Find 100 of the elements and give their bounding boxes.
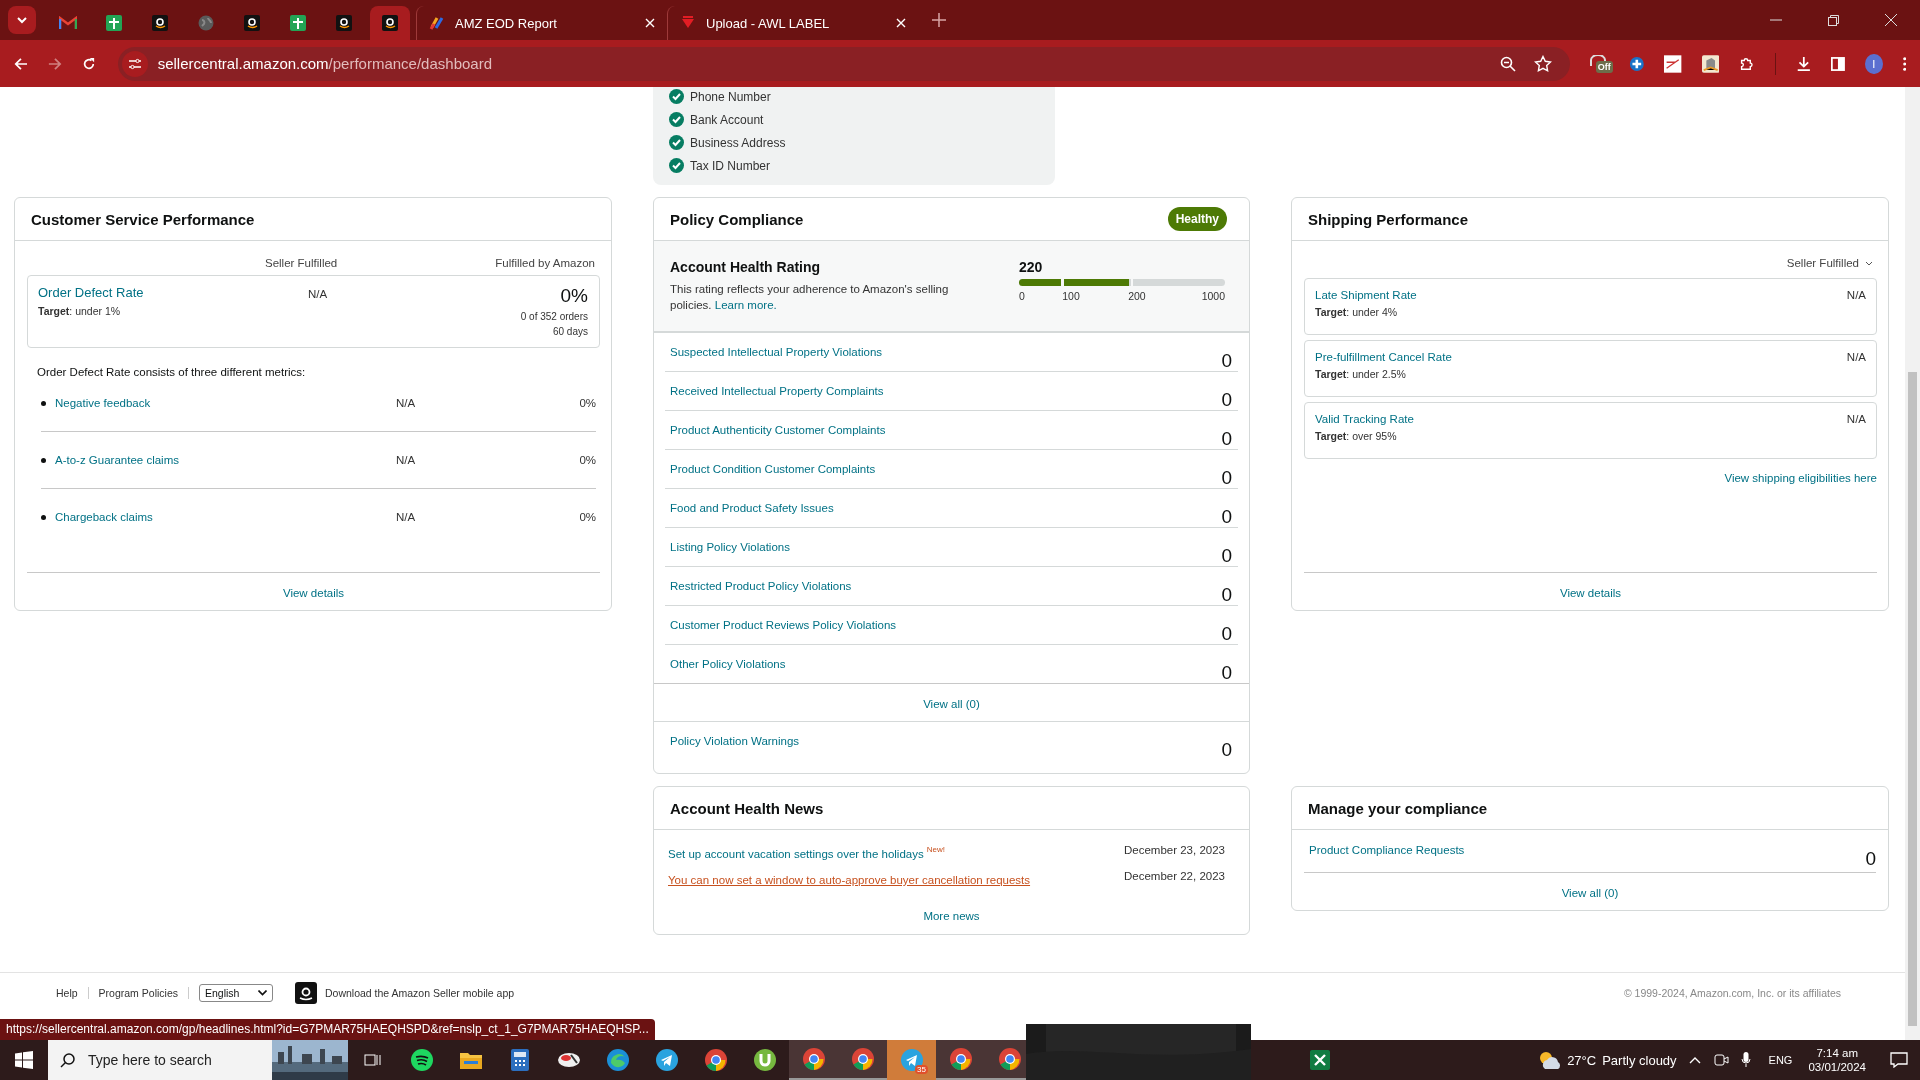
column-header: Seller Fulfilled (265, 257, 339, 269)
spreadsheet-icon (289, 15, 306, 31)
calculator-icon[interactable] (510, 1049, 529, 1071)
torrent-icon[interactable] (753, 1049, 776, 1071)
view-all-link[interactable]: View all (0) (923, 698, 980, 710)
violation-count: 0 (1221, 544, 1232, 567)
verification-label: Business Address (690, 135, 786, 150)
compliance-link[interactable]: Product Compliance Requests (1309, 844, 1465, 868)
violation-link[interactable]: Restricted Product Policy Violations (670, 580, 852, 592)
shipping-eligibility-link[interactable]: View shipping eligibilities here (1724, 472, 1877, 484)
news-link[interactable]: You can now set a window to auto-approve buyer cancellation requests (668, 874, 1031, 886)
spreadsheet-icon[interactable] (1309, 1050, 1330, 1070)
input-language[interactable]: ENG (1768, 1054, 1793, 1066)
bullet-icon (41, 457, 46, 463)
extension-icon[interactable] (1701, 53, 1720, 74)
chevron-down-icon (258, 990, 267, 996)
view-all-link[interactable]: View all (0) (1561, 887, 1619, 899)
menu-icon[interactable] (1902, 55, 1906, 72)
download-icon[interactable] (1795, 54, 1812, 73)
metric-value: N/A (1846, 413, 1866, 427)
back-icon[interactable] (14, 55, 28, 72)
violation-link[interactable]: Listing Policy Violations (670, 541, 790, 553)
violation-link[interactable]: Other Policy Violations (670, 658, 786, 670)
browser-icon[interactable] (606, 1049, 629, 1071)
violation-link[interactable]: Customer Product Reviews Policy Violations (670, 619, 897, 631)
chevron-up-icon[interactable] (1688, 1056, 1701, 1064)
chrome-icon[interactable] (851, 1048, 874, 1070)
meet-icon[interactable] (1712, 1052, 1729, 1068)
notification-icon[interactable] (1890, 1052, 1908, 1068)
violation-link[interactable]: Suspected Intellectual Property Violations (670, 346, 883, 358)
fulfillment-dropdown[interactable]: Seller Fulfilled (1782, 241, 1877, 278)
tab-search-button[interactable] (8, 6, 36, 34)
chrome-icon[interactable] (802, 1048, 825, 1070)
verification-label: Phone Number (690, 89, 771, 104)
extension-icon[interactable] (1628, 54, 1645, 73)
zoom-icon[interactable] (1499, 55, 1516, 72)
metric-value: 0% (578, 397, 596, 409)
new-tab-icon[interactable] (932, 13, 946, 27)
card-title: Customer Service Performance (31, 210, 255, 228)
footer-link[interactable]: Help (46, 987, 89, 999)
metric-link[interactable]: Valid Tracking Rate (1315, 413, 1414, 425)
metric-value: N/A (1846, 351, 1866, 365)
metric-link[interactable]: Pre-fulfillment Cancel Rate (1315, 351, 1452, 363)
chrome-icon[interactable] (949, 1048, 972, 1070)
more-news-link[interactable]: More news (923, 910, 980, 922)
app-icon[interactable] (410, 1049, 433, 1071)
status-badge: Healthy (1167, 207, 1227, 231)
app-download-text[interactable]: Download the Amazon Seller mobile app (325, 987, 515, 999)
warnings-link[interactable]: Policy Violation Warnings (670, 735, 800, 761)
task-view-icon[interactable] (363, 1052, 382, 1068)
card-title: Shipping Performance (1308, 210, 1469, 228)
forward-icon[interactable] (47, 55, 62, 72)
spreadsheet-icon (105, 15, 122, 31)
restore-icon[interactable] (1828, 14, 1839, 26)
verification-label: Bank Account (690, 112, 764, 127)
star-icon[interactable] (1533, 54, 1552, 73)
side-panel-icon[interactable] (1831, 55, 1846, 72)
address-bar[interactable]: sellercentral.amazon.com/performance/dashboard (117, 46, 1570, 81)
site-info-icon[interactable] (121, 50, 148, 77)
taskbar-search-field[interactable]: Type here to search (48, 1040, 348, 1080)
metric-link[interactable]: Negative feedback (55, 397, 396, 409)
chrome-icon[interactable] (704, 1049, 727, 1071)
metric-link[interactable]: Order Defect Rate (38, 285, 308, 300)
violation-link[interactable]: Food and Product Safety Issues (670, 502, 834, 514)
language-select[interactable]: English (199, 984, 273, 1002)
temperature-text[interactable]: 27°C (1567, 1052, 1597, 1068)
microphone-icon[interactable] (1740, 1052, 1751, 1068)
view-details-link[interactable]: View details (1559, 587, 1622, 599)
view-details-link[interactable]: View details (282, 587, 345, 599)
metric-link[interactable]: Chargeback claims (55, 511, 396, 523)
violation-link[interactable]: Product Authenticity Customer Complaints (670, 424, 886, 436)
violation-count: 0 (1221, 661, 1232, 684)
violation-link[interactable]: Received Intellectual Property Complaints (670, 385, 884, 397)
scale-label: 100 (1062, 290, 1080, 302)
clock-date[interactable]: 03/01/2024 (1808, 1061, 1866, 1073)
extension-icon[interactable] (1664, 53, 1682, 74)
profile-avatar[interactable]: I (1865, 53, 1883, 74)
scrollbar[interactable] (1905, 87, 1920, 1040)
learn-more-link[interactable]: Learn more. (714, 299, 777, 311)
pinned-tab[interactable] (370, 6, 410, 40)
telegram-icon[interactable] (655, 1049, 678, 1071)
news-link[interactable]: Set up account vacation settings over the holidays (668, 848, 924, 860)
folder-icon[interactable] (459, 1051, 482, 1069)
close-icon[interactable] (1885, 14, 1897, 26)
rating-description: This rating reflects your adherence to Amazon's selling policies. Learn more. (670, 282, 950, 313)
news-date: December 23, 2023 (1124, 844, 1225, 858)
start-icon[interactable] (15, 1051, 33, 1069)
footer-link[interactable]: Program Policies (88, 987, 189, 999)
violation-link[interactable]: Product Condition Customer Complaints (670, 463, 876, 475)
weather-icon[interactable] (1537, 1050, 1562, 1070)
metric-link[interactable]: Late Shipment Rate (1315, 289, 1417, 301)
amazon-app-icon[interactable] (295, 982, 317, 1004)
app-icon[interactable] (556, 1051, 581, 1069)
violation-count: 0 (1221, 349, 1232, 372)
stripes-icon (429, 15, 445, 31)
reload-icon[interactable] (81, 55, 96, 72)
clock-time[interactable]: 7:14 am (1816, 1047, 1858, 1059)
metric-link[interactable]: A-to-z Guarantee claims (55, 454, 396, 466)
chrome-icon[interactable] (998, 1048, 1021, 1070)
weather-text[interactable]: Partly cloudy (1602, 1052, 1677, 1068)
